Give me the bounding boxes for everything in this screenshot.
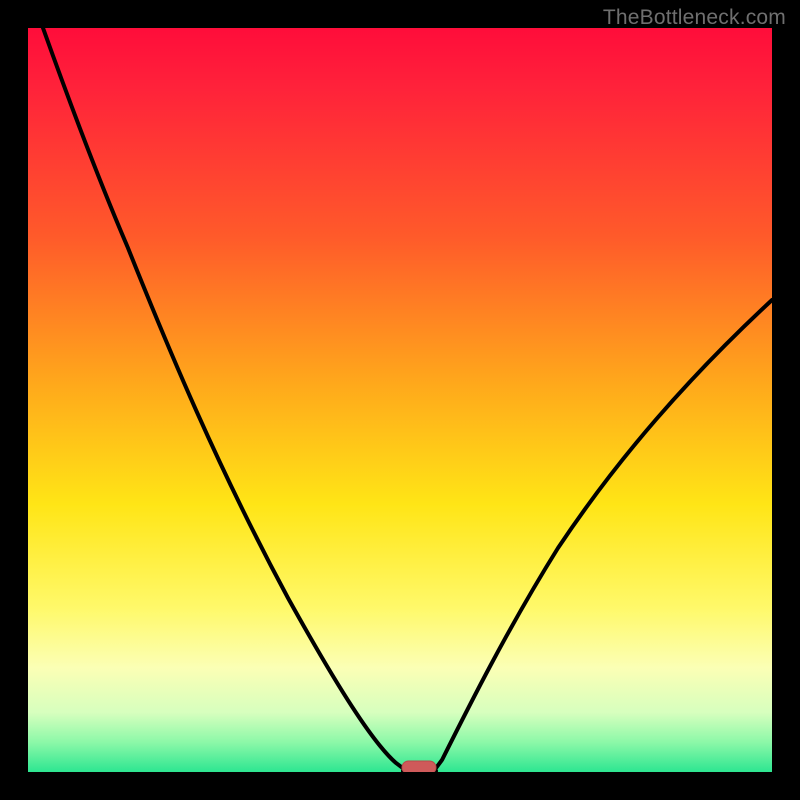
plot-area [28,28,772,772]
chart-stage: TheBottleneck.com [0,0,800,800]
watermark-text: TheBottleneck.com [603,6,786,30]
bottleneck-curve [28,28,772,772]
optimal-marker [402,761,436,772]
curve-left-branch [43,28,408,772]
curve-right-branch [433,300,772,772]
